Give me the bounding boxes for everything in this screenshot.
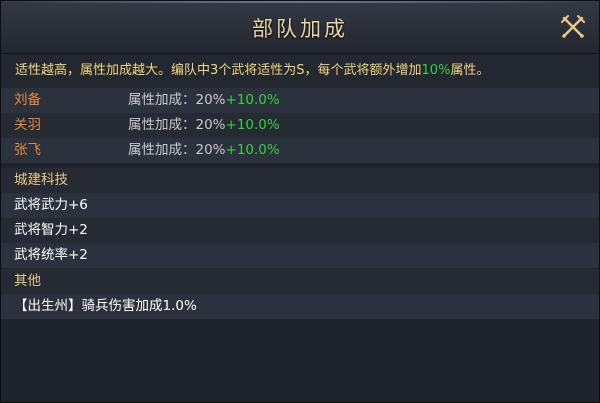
description-text-end: 属性。 — [450, 63, 490, 78]
attr-bonus-value: +10.0% — [225, 92, 280, 108]
tech-item: 武将统率+2 — [1, 243, 599, 268]
general-row-liubei: 刘备 属性加成：20%+10.0% — [1, 88, 599, 113]
attr-bonus-value: +10.0% — [225, 117, 280, 133]
tech-item: 武将武力+6 — [1, 193, 599, 218]
attr-base-value: 20% — [195, 117, 226, 133]
attr-base-value: 20% — [195, 142, 226, 158]
tech-item: 武将智力+2 — [1, 218, 599, 243]
attr-base-value: 20% — [195, 92, 226, 108]
section-heading-city-tech: 城建科技 — [1, 168, 599, 193]
attr-label: 属性加成： — [128, 92, 196, 108]
general-name: 关羽 — [14, 117, 41, 133]
bonus-dialog: 部队加成 适性越高，属性加成越大。编队中3个武将适性为S，每个武将额外增加10%… — [0, 0, 600, 403]
attr-bonus-value: +10.0% — [225, 142, 280, 158]
general-row-guanyu: 关羽 属性加成：20%+10.0% — [1, 113, 599, 138]
dialog-title: 部队加成 — [252, 17, 348, 41]
dialog-header: 部队加成 — [1, 1, 599, 54]
general-name: 刘备 — [14, 92, 41, 108]
close-icon[interactable] — [559, 13, 587, 41]
section-heading-other: 其他 — [1, 269, 599, 294]
general-row-zhangfei: 张飞 属性加成：20%+10.0% — [1, 138, 599, 163]
attr-label: 属性加成： — [128, 117, 196, 133]
description-text: 适性越高，属性加成越大。编队中3个武将适性为S，每个武将额外增加 — [15, 63, 422, 78]
attr-label: 属性加成： — [128, 142, 196, 158]
adaptability-description: 适性越高，属性加成越大。编队中3个武将适性为S，每个武将额外增加10%属性。 — [1, 54, 599, 88]
other-item: 【出生州】骑兵伤害加成1.0% — [1, 294, 599, 319]
general-name: 张飞 — [14, 142, 41, 158]
description-highlight: 10% — [421, 63, 451, 78]
